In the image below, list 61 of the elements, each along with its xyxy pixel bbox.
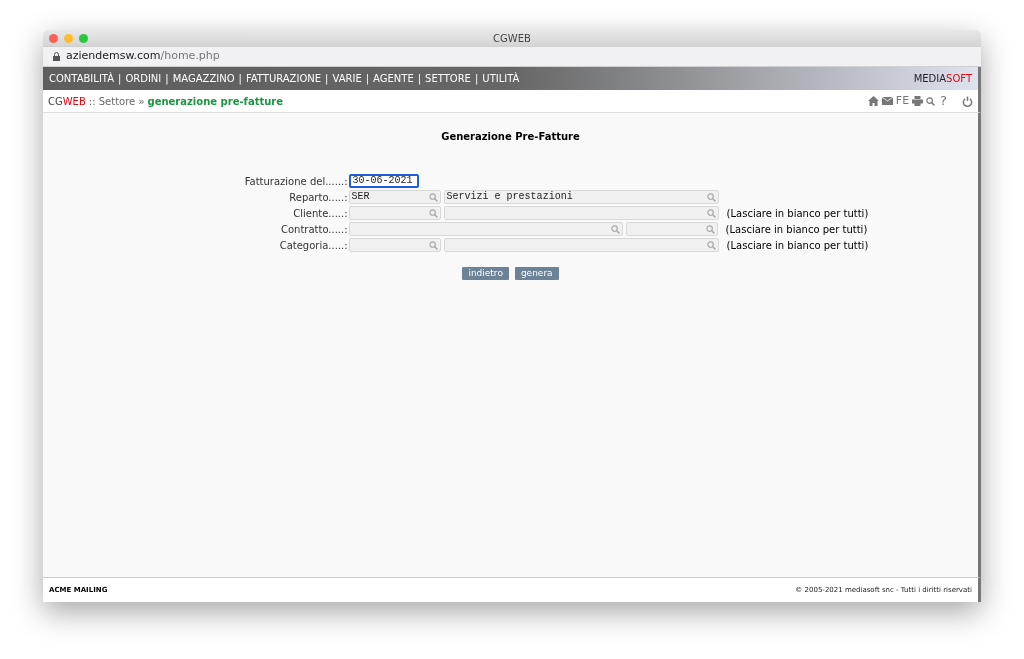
form-title: Generazione Pre-Fatture bbox=[441, 130, 580, 144]
menu-separator: | bbox=[238, 72, 242, 86]
search-icon[interactable] bbox=[706, 240, 716, 250]
input-field[interactable]: Servizi e prestazioni bbox=[443, 190, 719, 204]
hint-text: (Lasciare in bianco per tutti) bbox=[725, 222, 868, 237]
search-icon[interactable] bbox=[428, 192, 438, 202]
field-label: Categoria.....: bbox=[278, 239, 349, 253]
input-field[interactable] bbox=[443, 238, 719, 252]
brand-logo: MEDIASOFT bbox=[913, 72, 972, 86]
input-field[interactable] bbox=[348, 238, 441, 252]
input-field[interactable] bbox=[348, 206, 441, 220]
menu-item[interactable]: UTILITÀ bbox=[482, 71, 520, 86]
address-bar[interactable]: aziendemsw.com/home.php bbox=[43, 46, 981, 67]
menu-separator: | bbox=[118, 72, 122, 86]
close-icon[interactable] bbox=[49, 33, 58, 43]
field-label: Reparto.....: bbox=[288, 191, 349, 205]
input-field[interactable] bbox=[348, 222, 623, 236]
maximize-icon[interactable] bbox=[79, 33, 88, 43]
home-icon[interactable] bbox=[867, 96, 879, 106]
power-icon[interactable] bbox=[962, 95, 973, 107]
field-label: Cliente.....: bbox=[292, 207, 349, 221]
search-icon[interactable] bbox=[706, 208, 716, 218]
url-text: aziendemsw.com/home.php bbox=[66, 48, 220, 65]
menu-separator: | bbox=[474, 72, 479, 86]
hint-text: (Lasciare in bianco per tutti) bbox=[726, 238, 869, 253]
input-field[interactable] bbox=[443, 206, 719, 220]
mail-icon[interactable] bbox=[881, 97, 893, 105]
window-title: CGWEB bbox=[493, 31, 531, 46]
search-icon[interactable] bbox=[706, 192, 716, 202]
minimize-icon[interactable] bbox=[64, 33, 73, 43]
lock-icon bbox=[53, 52, 60, 61]
form-button[interactable]: genera bbox=[514, 267, 559, 280]
input-field[interactable]: 30-06-2021 bbox=[348, 174, 419, 188]
help-link[interactable]: ? bbox=[940, 91, 947, 111]
search-icon[interactable] bbox=[428, 208, 438, 218]
menu-item[interactable]: FATTURAZIONE bbox=[245, 71, 322, 86]
printer-icon[interactable] bbox=[912, 96, 924, 106]
menu-item[interactable]: ORDINI bbox=[125, 71, 162, 86]
search-icon[interactable] bbox=[926, 96, 936, 106]
menu-separator: | bbox=[417, 72, 422, 86]
form-button[interactable]: indietro bbox=[462, 267, 509, 280]
menu-item[interactable]: MAGAZZINO bbox=[172, 71, 235, 86]
search-icon[interactable] bbox=[610, 224, 620, 234]
breadcrumb-current: generazione pre-fatture bbox=[147, 94, 284, 109]
menu-separator: | bbox=[165, 72, 169, 86]
menu-item[interactable]: CONTABILITÀ bbox=[49, 71, 114, 86]
menu-item[interactable]: AGENTE bbox=[373, 71, 414, 86]
app-logo: CGWEB bbox=[48, 94, 86, 109]
hint-text: (Lasciare in bianco per tutti) bbox=[726, 206, 869, 221]
breadcrumb-path: :: Settore » bbox=[88, 94, 145, 109]
fe-link[interactable]: FE bbox=[895, 92, 910, 110]
menu-item[interactable]: VARIE bbox=[332, 71, 362, 86]
input-field[interactable]: SER bbox=[348, 190, 441, 204]
menu-separator: | bbox=[325, 72, 329, 86]
search-icon[interactable] bbox=[705, 224, 715, 234]
menu-item[interactable]: SETTORE bbox=[425, 71, 471, 86]
field-label: Fatturazione del......: bbox=[244, 175, 349, 189]
input-field[interactable] bbox=[625, 222, 718, 236]
search-icon[interactable] bbox=[428, 240, 438, 250]
menu-separator: | bbox=[365, 72, 370, 86]
field-label: Contratto.....: bbox=[279, 223, 349, 237]
